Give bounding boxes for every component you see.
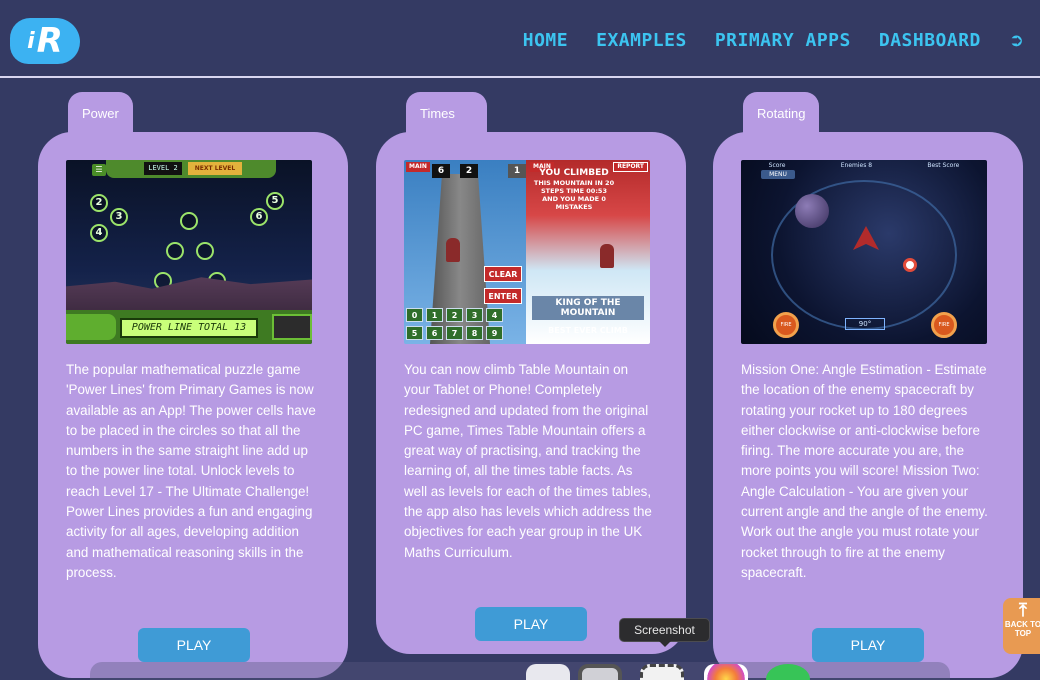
top-navigation-bar: iR HOME EXAMPLES PRIMARY APPS DASHBOARD … [0, 0, 1040, 78]
play-button[interactable]: PLAY [138, 628, 250, 662]
times-table-mountain-thumbnail[interactable]: MAIN 6 2 1 CLEAR ENTER 0 1 2 3 4 5 6 7 8… [404, 160, 650, 344]
number-key: 2 [446, 308, 463, 322]
power-cell: 4 [90, 224, 108, 242]
next-level-button: NEXT LEVEL [188, 162, 242, 175]
card-body: ☰ LEVEL 2 NEXT LEVEL 2 3 4 6 5 POWER LIN… [38, 132, 348, 678]
fire-button: FIRE [773, 312, 799, 338]
target-icon [903, 258, 917, 272]
card-title-tab: Rotating Rockets [743, 92, 820, 165]
enemies-label: Enemies 8 [840, 162, 873, 169]
play-button[interactable]: PLAY [475, 607, 587, 641]
tooltip-arrow [659, 641, 671, 647]
card-title-tab: Power Lines [68, 92, 133, 165]
best-score-label: Best Score [927, 162, 960, 169]
question-number: 6 [432, 164, 450, 178]
power-cell: 3 [110, 208, 128, 226]
card-description: You can now climb Table Mountain on your… [404, 362, 652, 560]
back-to-top-button[interactable]: ⤒ BACK TO TOP [1003, 598, 1040, 654]
logo-r: R [36, 21, 63, 61]
photos-icon[interactable] [704, 664, 748, 680]
card-description: Mission One: Angle Estimation - Estimate… [741, 362, 988, 580]
dock-app-icon[interactable] [578, 664, 622, 680]
number-key: 1 [426, 308, 443, 322]
number-key: 6 [426, 326, 443, 340]
question-number: 2 [460, 164, 478, 178]
power-cell: 5 [266, 192, 284, 210]
dock-app-icon[interactable] [526, 664, 570, 680]
enter-key: ENTER [484, 288, 522, 304]
nav-dashboard[interactable]: DASHBOARD [879, 30, 981, 51]
rotating-rockets-thumbnail[interactable]: Score Enemies 8 Best Score MENU FIRE FIR… [741, 160, 987, 344]
card-body: MAIN 6 2 1 CLEAR ENTER 0 1 2 3 4 5 6 7 8… [376, 132, 686, 654]
battery-right [272, 314, 312, 340]
number-key: 4 [486, 308, 503, 322]
dock [90, 662, 950, 680]
up-arrow-icon: ⤒ [1019, 600, 1027, 620]
number-key: 7 [446, 326, 463, 340]
main-nav: HOME EXAMPLES PRIMARY APPS DASHBOARD ➲ [523, 30, 1024, 51]
empty-circle [166, 242, 184, 260]
main-button: MAIN [406, 162, 430, 172]
play-button[interactable]: PLAY [812, 628, 924, 662]
result-title: YOU CLIMBED [539, 168, 609, 178]
nav-examples[interactable]: EXAMPLES [596, 30, 687, 51]
climber-figure [600, 244, 614, 268]
climber-figure [446, 238, 460, 262]
number-key: 0 [406, 308, 423, 322]
nav-primary-apps[interactable]: PRIMARY APPS [715, 30, 851, 51]
screenshot-tooltip: Screenshot [619, 618, 710, 642]
back-to-top-label: BACK TO TOP [1004, 620, 1040, 638]
planet [795, 194, 829, 228]
result-details: THIS MOUNTAIN IN 20 STEPS TIME 00:53 AND… [533, 179, 615, 211]
menu-button: MENU [761, 170, 795, 179]
logo-i: i [27, 28, 35, 54]
ir-logo[interactable]: iR [10, 18, 80, 64]
question-number: 1 [508, 164, 526, 178]
logout-icon[interactable]: ➲ [1009, 30, 1024, 51]
angle-readout: 90° [845, 318, 885, 330]
power-lines-thumbnail[interactable]: ☰ LEVEL 2 NEXT LEVEL 2 3 4 6 5 POWER LIN… [66, 160, 312, 344]
report-button: REPORT [613, 162, 648, 172]
menu-icon: ☰ [92, 164, 106, 176]
power-line-total: POWER LINE TOTAL 13 [120, 318, 258, 338]
number-key: 3 [466, 308, 483, 322]
card-title-tab: Times Table Mountain [406, 92, 488, 209]
card-body: Score Enemies 8 Best Score MENU FIRE FIR… [713, 132, 1023, 678]
clear-key: CLEAR [484, 266, 522, 282]
fire-button: FIRE [931, 312, 957, 338]
power-cell: 6 [250, 208, 268, 226]
nav-home[interactable]: HOME [523, 30, 568, 51]
empty-circle [180, 212, 198, 230]
level-display: LEVEL 2 [144, 162, 182, 175]
number-key: 5 [406, 326, 423, 340]
power-cell: 2 [90, 194, 108, 212]
result-message: YOU CLIMBED THIS MOUNTAIN IN 20 STEPS TI… [532, 168, 616, 211]
pipe-left [66, 314, 116, 340]
card-description: The popular mathematical puzzle game 'Po… [66, 362, 316, 580]
number-key: 9 [486, 326, 503, 340]
empty-circle [196, 242, 214, 260]
screenshot-icon[interactable] [640, 664, 684, 680]
king-of-the-mountain: KING OF THE MOUNTAIN [532, 296, 644, 320]
best-ever-climb: BEST EVER CLIMB [548, 326, 628, 335]
number-key: 8 [466, 326, 483, 340]
